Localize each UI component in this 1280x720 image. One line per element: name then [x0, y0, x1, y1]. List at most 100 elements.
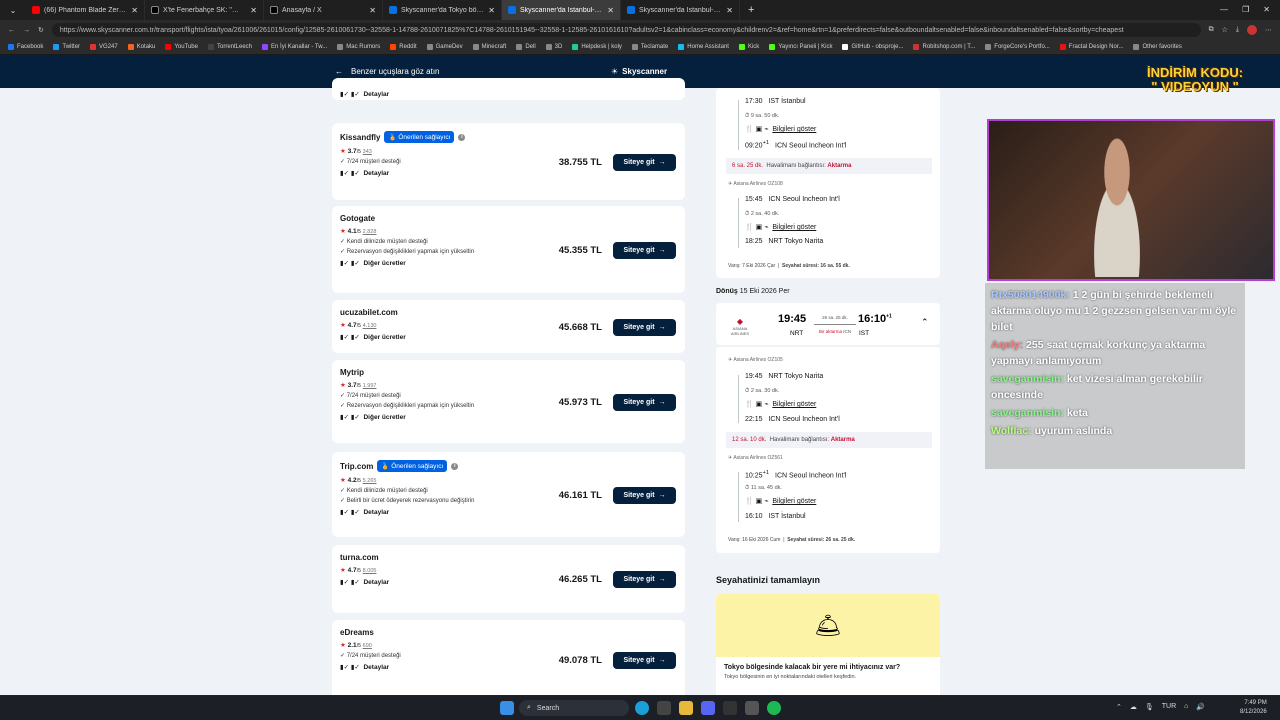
chat-text: keta	[1066, 407, 1088, 419]
tab-skyscanner-3[interactable]: Skyscanner'da İstanbul-Tokyo ara ✕	[621, 0, 740, 20]
close-icon[interactable]: ✕	[131, 6, 138, 15]
hotel-promo-card[interactable]: 🛎 Tokyo bölgesinde kalacak bir yere mi i…	[716, 594, 940, 695]
bookmark-8[interactable]: Reddit	[390, 44, 417, 50]
bookmark-14[interactable]: Teclamate	[631, 44, 668, 50]
tab-x-home[interactable]: Anasayfa / X ✕	[264, 0, 383, 20]
windows-start-icon[interactable]	[500, 701, 514, 715]
go-to-site-button[interactable]: Siteye git →	[613, 487, 676, 504]
app-icon[interactable]	[745, 701, 759, 715]
bookmark-5[interactable]: TorrentLeech	[207, 44, 252, 50]
bookmark-4[interactable]: YouTube	[165, 44, 198, 50]
close-icon[interactable]: ✕	[726, 6, 733, 15]
downloads-icon[interactable]: ⤓	[1236, 26, 1239, 34]
reload-icon[interactable]: ↻	[38, 26, 44, 34]
bookmark-15[interactable]: Home Assistant	[678, 44, 729, 50]
bookmark-icon	[1059, 44, 1066, 50]
cloud-icon[interactable]: ☁	[1130, 703, 1137, 711]
go-to-site-button[interactable]: Siteye git →	[613, 394, 676, 411]
spotify-icon[interactable]	[767, 701, 781, 715]
bookmark-1[interactable]: Twitter	[53, 44, 80, 50]
info-icon[interactable]: i	[451, 462, 459, 470]
bookmark-20[interactable]: ForgeCore's Portfo...	[985, 44, 1050, 50]
bookmark-icon	[53, 44, 60, 50]
details-toggle[interactable]: ▮✓ ▮✓ Diğer ücretler	[340, 259, 677, 267]
outbound-seg2-arr: 18:25 NRT Tokyo Narita	[745, 238, 824, 245]
mic-icon[interactable]: 🎙	[1145, 703, 1154, 711]
info-icon[interactable]: i	[458, 133, 466, 141]
edge-icon[interactable]	[635, 701, 649, 715]
inbound-footer: Varış: 16 Eki 2026 Cum | Seyahat süresi:…	[728, 537, 856, 543]
bookmark-label: Reddit	[399, 44, 417, 50]
chevron-up-icon[interactable]: ⌃	[921, 317, 929, 328]
chevron-up-icon[interactable]: ⌃	[1116, 703, 1122, 711]
restore-icon[interactable]: ❐	[1242, 5, 1249, 14]
skyscanner-logo[interactable]: ☀ Skyscanner	[611, 67, 667, 76]
back-icon[interactable]: ←	[8, 27, 15, 34]
close-icon[interactable]: ✕	[607, 6, 614, 15]
profile-avatar[interactable]	[1247, 25, 1257, 35]
close-window-icon[interactable]: ✕	[1263, 5, 1270, 14]
taskbar-search[interactable]: ⌕ Search	[519, 700, 629, 716]
bookmark-19[interactable]: Robitshop.com | T...	[913, 44, 975, 50]
file-explorer-icon[interactable]	[679, 701, 693, 715]
meal-icon: 🍴	[745, 126, 754, 133]
show-info-link[interactable]: Bilgileri göster	[772, 498, 816, 505]
show-info-link[interactable]: Bilgileri göster	[772, 401, 816, 408]
go-to-site-button[interactable]: Siteye git →	[613, 242, 676, 259]
bookmark-16[interactable]: Kick	[738, 44, 759, 50]
chat-message: Aqely: 255 saat uçmak korkunç ya aktarma…	[991, 337, 1239, 369]
bookmark-10[interactable]: Minecraft	[472, 44, 506, 50]
minimize-icon[interactable]: —	[1220, 5, 1228, 14]
complete-trip-heading: Seyahatinizi tamamlayın	[716, 575, 821, 585]
tab-skyscanner-1[interactable]: Skyscanner'da Tokyo bölgesi için ✕	[383, 0, 502, 20]
close-icon[interactable]: ✕	[488, 6, 495, 15]
bookmark-7[interactable]: Mac Rumors	[337, 44, 380, 50]
forward-icon[interactable]: →	[23, 27, 30, 34]
close-icon[interactable]: ✕	[369, 6, 376, 15]
tab-menu-chevron-icon[interactable]: ⌄	[0, 0, 26, 20]
bookmark-2[interactable]: VG247	[90, 44, 118, 50]
language-indicator[interactable]: TUR	[1162, 703, 1176, 711]
bookmark-label: Helpdesk | koly	[581, 44, 622, 50]
back-link[interactable]: ← Benzer uçuşlara göz atın	[335, 67, 440, 76]
bookmark-9[interactable]: GameDev	[426, 44, 463, 50]
details-toggle[interactable]: ▮✓ ▮✓ Detaylar	[340, 508, 677, 516]
favorite-star-icon[interactable]: ☆	[1222, 26, 1228, 34]
details-toggle[interactable]: ▮✓ ▮✓ Detaylar	[340, 90, 677, 98]
bookmark-13[interactable]: Helpdesk | koly	[572, 44, 622, 50]
bookmark-6[interactable]: En İyi Kanallar - Tw...	[262, 44, 327, 50]
go-to-site-button[interactable]: Siteye git →	[613, 154, 676, 171]
url-field[interactable]: https://www.skyscanner.com.tr/transport/…	[51, 23, 1201, 37]
discord-icon[interactable]	[701, 701, 715, 715]
tab-skyscanner-2[interactable]: Skyscanner'da İstanbul-Tokyo ara ✕	[502, 0, 621, 20]
more-menu-icon[interactable]: ⋯	[1265, 26, 1272, 34]
extensions-icon[interactable]: ⧉	[1209, 26, 1214, 34]
go-to-site-button[interactable]: Siteye git →	[613, 652, 676, 669]
tab-youtube[interactable]: (66) Phantom Blade Zero - Pre-Or ✕	[26, 0, 145, 20]
tab-x-fenerbahce[interactable]: X'te Fenerbahçe SK: "🎙️ Yeni tra✕	[145, 0, 264, 20]
bookmark-17[interactable]: Yayıncı Paneli | Kick	[769, 44, 832, 50]
clock[interactable]: 7:49 PM 8/12/2026	[1240, 699, 1267, 717]
bookmark-12[interactable]: 3D	[545, 44, 562, 50]
volume-icon[interactable]: 🔊	[1196, 703, 1205, 711]
obs-icon[interactable]	[723, 701, 737, 715]
close-icon[interactable]: ✕	[250, 6, 257, 15]
bookmark-0[interactable]: Facebook	[8, 44, 43, 50]
network-icon[interactable]: ⌂	[1184, 703, 1188, 711]
show-info-link[interactable]: Bilgileri göster	[772, 126, 816, 133]
go-to-site-button[interactable]: Siteye git →	[613, 571, 676, 588]
details-toggle[interactable]: ▮✓ ▮✓ Diğer ücretler	[340, 413, 677, 421]
inbound-summary[interactable]: ◆ ASIANA AIRLINES 19:45 NRT 26 sa. 25 dk.…	[716, 303, 940, 345]
new-tab-button[interactable]: +	[740, 4, 762, 16]
show-info-link[interactable]: Bilgileri göster	[772, 224, 816, 231]
go-to-site-button[interactable]: Siteye git →	[613, 319, 676, 336]
bookmark-21[interactable]: Fractal Design Nor...	[1059, 44, 1123, 50]
check-icon: ✓	[340, 393, 346, 399]
bookmark-11[interactable]: Dell	[516, 44, 536, 50]
bookmark-22[interactable]: Other favorites	[1133, 44, 1182, 50]
bookmark-3[interactable]: Kotaku	[127, 44, 155, 50]
bookmark-icon	[738, 44, 745, 50]
terminal-icon[interactable]	[657, 701, 671, 715]
bookmark-18[interactable]: GitHub - obsproje...	[842, 44, 903, 50]
inbound-connection: 12 sa. 10 dk. Havalimanı bağlantısı: Akt…	[726, 432, 932, 448]
